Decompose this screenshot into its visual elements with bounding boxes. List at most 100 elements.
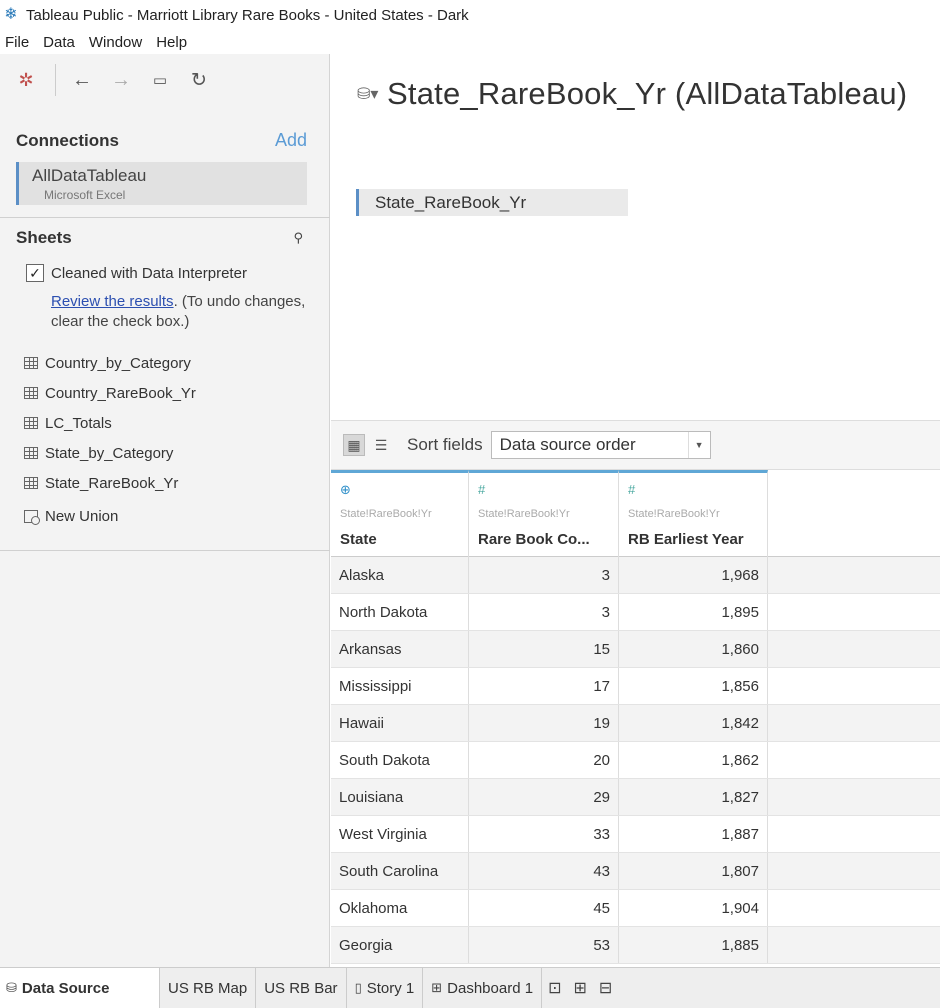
story-icon: ▯ xyxy=(354,980,362,995)
cell-state[interactable]: Mississippi xyxy=(331,668,469,704)
cell-rb-earliest-year[interactable]: 1,885 xyxy=(619,927,768,963)
tab-dashboard-1[interactable]: ⊞ Dashboard 1 xyxy=(423,968,543,1008)
save-icon[interactable]: ▭ xyxy=(146,66,174,94)
tab-story-1[interactable]: ▯ Story 1 xyxy=(347,968,424,1008)
new-dashboard-icon[interactable]: ⊞ xyxy=(567,968,592,1008)
sheets-title: Sheets xyxy=(16,228,72,247)
new-story-icon[interactable]: ⊟ xyxy=(593,968,618,1008)
menu-data[interactable]: Data xyxy=(36,34,82,51)
cell-rb-earliest-year[interactable]: 1,860 xyxy=(619,631,768,667)
cell-rb-earliest-year[interactable]: 1,887 xyxy=(619,816,768,852)
table-icon xyxy=(24,447,38,459)
cell-rb-earliest-year[interactable]: 1,807 xyxy=(619,853,768,889)
tab-label: US RB Map xyxy=(168,979,248,997)
add-connection-link[interactable]: Add xyxy=(275,130,307,151)
cell-rare-book-count[interactable]: 3 xyxy=(469,594,619,630)
number-icon[interactable]: # xyxy=(478,482,618,500)
review-results-link[interactable]: Review the results xyxy=(51,293,174,310)
cell-state[interactable]: Georgia xyxy=(331,927,469,963)
sheet-item[interactable]: State_by_Category xyxy=(24,438,196,468)
tab-label: Data Source xyxy=(21,979,110,997)
cell-rare-book-count[interactable]: 17 xyxy=(469,668,619,704)
tab-label: Dashboard 1 xyxy=(447,979,534,997)
cell-rare-book-count[interactable]: 20 xyxy=(469,742,619,778)
column-name: State xyxy=(340,531,377,548)
cell-rare-book-count[interactable]: 3 xyxy=(469,557,619,593)
menu-bar: File Data Window Help xyxy=(0,30,940,54)
cell-rb-earliest-year[interactable]: 1,842 xyxy=(619,705,768,741)
datasource-title[interactable]: State_RareBook_Yr (AllDataTableau) xyxy=(387,76,907,112)
toolbar-separator xyxy=(55,64,56,96)
cell-state[interactable]: South Dakota xyxy=(331,742,469,778)
new-union-label: New Union xyxy=(45,508,119,525)
sheet-label: LC_Totals xyxy=(45,414,112,432)
list-view-icon[interactable]: ☰ xyxy=(370,434,392,456)
cell-state[interactable]: Oklahoma xyxy=(331,890,469,926)
table-pill[interactable]: State_RareBook_Yr xyxy=(356,189,628,216)
cell-state[interactable]: Hawaii xyxy=(331,705,469,741)
globe-icon[interactable]: ⊕ xyxy=(340,482,468,500)
grid-header: ⊕ State!RareBook!Yr State # State!RareBo… xyxy=(331,470,940,557)
column-header-rare-book-count[interactable]: # State!RareBook!Yr Rare Book Co... xyxy=(469,470,619,557)
divider xyxy=(0,217,330,218)
cell-rb-earliest-year[interactable]: 1,856 xyxy=(619,668,768,704)
cell-state[interactable]: Arkansas xyxy=(331,631,469,667)
menu-help[interactable]: Help xyxy=(149,34,194,51)
back-arrow-icon[interactable]: ← xyxy=(68,66,96,94)
table-row: Hawaii 19 1,842 xyxy=(331,705,940,742)
connections-title: Connections xyxy=(16,130,119,150)
grid-view-icon[interactable]: ▦ xyxy=(343,434,365,456)
database-icon: ⛁ xyxy=(6,980,17,995)
column-name: Rare Book Co... xyxy=(478,531,590,548)
interpreter-checkbox[interactable]: ✓ xyxy=(26,264,44,282)
divider xyxy=(0,550,330,551)
cell-state[interactable]: North Dakota xyxy=(331,594,469,630)
refresh-icon[interactable]: ↻ xyxy=(185,66,213,94)
cell-rare-book-count[interactable]: 53 xyxy=(469,927,619,963)
sort-fields-dropdown[interactable]: Data source order ▼ xyxy=(490,431,711,459)
tableau-logo-icon[interactable]: ✲ xyxy=(12,66,40,94)
column-header-state[interactable]: ⊕ State!RareBook!Yr State xyxy=(331,470,469,557)
toolbar: ✲ ← → ▭ ↻ xyxy=(0,54,329,106)
cell-state[interactable]: South Carolina xyxy=(331,853,469,889)
connection-item[interactable]: AllDataTableau Microsoft Excel xyxy=(16,162,307,205)
tab-us-rb-map[interactable]: US RB Map xyxy=(160,968,257,1008)
database-icon[interactable]: ⛁▾ xyxy=(357,84,387,104)
cell-rb-earliest-year[interactable]: 1,895 xyxy=(619,594,768,630)
cell-rb-earliest-year[interactable]: 1,904 xyxy=(619,890,768,926)
title-bar: ❄ Tableau Public - Marriott Library Rare… xyxy=(0,0,940,30)
menu-window[interactable]: Window xyxy=(82,34,149,51)
table-row: Georgia 53 1,885 xyxy=(331,927,940,964)
tab-data-source[interactable]: ⛁ Data Source xyxy=(0,968,160,1008)
menu-file[interactable]: File xyxy=(0,34,36,51)
cell-rare-book-count[interactable]: 45 xyxy=(469,890,619,926)
cell-state[interactable]: West Virginia xyxy=(331,816,469,852)
cell-state[interactable]: Alaska xyxy=(331,557,469,593)
sheet-item[interactable]: Country_by_Category xyxy=(24,348,196,378)
datasource-header: ⛁▾ State_RareBook_Yr (AllDataTableau) xyxy=(357,76,907,112)
window-title: Tableau Public - Marriott Library Rare B… xyxy=(26,6,469,24)
sheet-item[interactable]: LC_Totals xyxy=(24,408,196,438)
search-icon[interactable]: ⚲ xyxy=(293,230,303,246)
table-row: North Dakota 3 1,895 xyxy=(331,594,940,631)
forward-arrow-icon[interactable]: → xyxy=(107,66,135,94)
cell-state[interactable]: Louisiana xyxy=(331,779,469,815)
chevron-down-icon: ▼ xyxy=(687,432,710,458)
cell-rare-book-count[interactable]: 29 xyxy=(469,779,619,815)
sheet-item[interactable]: Country_RareBook_Yr xyxy=(24,378,196,408)
tab-us-rb-bar[interactable]: US RB Bar xyxy=(256,968,347,1008)
cell-rare-book-count[interactable]: 15 xyxy=(469,631,619,667)
new-union-item[interactable]: New Union xyxy=(24,508,118,525)
column-header-rb-earliest-year[interactable]: # State!RareBook!Yr RB Earliest Year xyxy=(619,470,768,557)
number-icon[interactable]: # xyxy=(628,482,767,500)
cell-rare-book-count[interactable]: 43 xyxy=(469,853,619,889)
cell-rb-earliest-year[interactable]: 1,862 xyxy=(619,742,768,778)
sheet-label: Country_RareBook_Yr xyxy=(45,384,196,402)
cell-rb-earliest-year[interactable]: 1,827 xyxy=(619,779,768,815)
sheet-tab-bar: ⛁ Data Source US RB Map US RB Bar ▯ Story… xyxy=(0,967,940,1008)
cell-rare-book-count[interactable]: 33 xyxy=(469,816,619,852)
new-worksheet-icon[interactable]: ⊡ xyxy=(542,968,567,1008)
cell-rb-earliest-year[interactable]: 1,968 xyxy=(619,557,768,593)
cell-rare-book-count[interactable]: 19 xyxy=(469,705,619,741)
sheet-item[interactable]: State_RareBook_Yr xyxy=(24,468,196,498)
